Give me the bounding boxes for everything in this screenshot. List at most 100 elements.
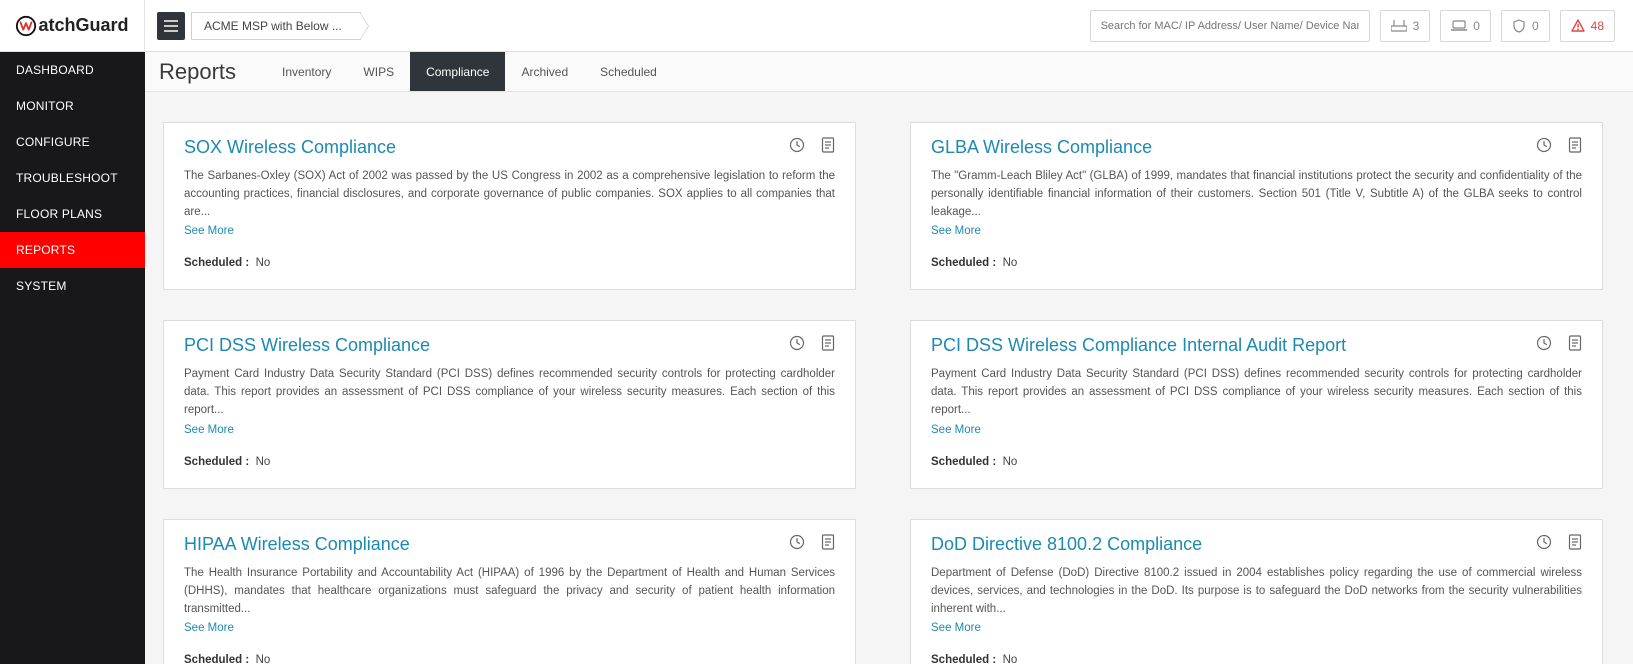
- stat-alerts-value: 48: [1591, 19, 1604, 33]
- view-report-button[interactable]: [1568, 335, 1582, 356]
- report-title-link[interactable]: HIPAA Wireless Compliance: [184, 534, 418, 555]
- report-description: The Health Insurance Portability and Acc…: [184, 565, 835, 618]
- report-title-link[interactable]: SOX Wireless Compliance: [184, 137, 404, 158]
- brand-text: atchGuard: [38, 15, 128, 36]
- schedule-icon: [1536, 335, 1552, 351]
- see-more-link[interactable]: See More: [184, 622, 234, 634]
- watchguard-w-icon: [15, 15, 37, 37]
- card-head: SOX Wireless Compliance: [184, 137, 835, 158]
- report-title-link[interactable]: PCI DSS Wireless Compliance: [184, 335, 438, 356]
- report-scheduled: Scheduled : No: [931, 654, 1582, 664]
- report-card-grid: SOX Wireless Compliance The Sarbanes-Oxle…: [163, 122, 1603, 664]
- schedule-icon: [1536, 137, 1552, 153]
- report-scheduled: Scheduled : No: [931, 456, 1582, 468]
- shield-icon: [1512, 19, 1526, 33]
- menu-toggle-button[interactable]: [157, 12, 185, 40]
- view-report-button[interactable]: [821, 534, 835, 555]
- report-description: The Sarbanes-Oxley (SOX) Act of 2002 was…: [184, 168, 835, 221]
- stat-shields[interactable]: 0: [1501, 10, 1550, 42]
- report-card: GLBA Wireless Compliance The "Gramm-Leach…: [910, 122, 1603, 290]
- schedule-icon: [789, 534, 805, 550]
- stat-laptops[interactable]: 0: [1440, 10, 1491, 42]
- schedule-icon: [1536, 534, 1552, 550]
- document-icon: [1568, 137, 1582, 153]
- alert-icon: [1571, 19, 1585, 33]
- stat-shields-value: 0: [1532, 19, 1539, 33]
- tab-bar: InventoryWIPSComplianceArchivedScheduled: [266, 52, 673, 91]
- laptop-icon: [1451, 20, 1467, 32]
- schedule-button[interactable]: [789, 534, 805, 555]
- search-input[interactable]: [1090, 10, 1370, 42]
- report-card: HIPAA Wireless Compliance The Health Insu…: [163, 519, 856, 664]
- report-scheduled: Scheduled : No: [184, 654, 835, 664]
- card-icons: [789, 534, 835, 555]
- report-title-link[interactable]: GLBA Wireless Compliance: [931, 137, 1160, 158]
- document-icon: [1568, 534, 1582, 550]
- report-title-link[interactable]: PCI DSS Wireless Compliance Internal Aud…: [931, 335, 1354, 356]
- top-bar: atchGuard ACME MSP with Below ... 3 0 0: [0, 0, 1633, 52]
- view-report-button[interactable]: [1568, 137, 1582, 158]
- nav-item-system[interactable]: SYSTEM: [0, 268, 145, 304]
- schedule-icon: [789, 335, 805, 351]
- card-icons: [1536, 534, 1582, 555]
- schedule-button[interactable]: [1536, 137, 1552, 158]
- page-title: Reports: [159, 59, 236, 85]
- view-report-button[interactable]: [1568, 534, 1582, 555]
- schedule-button[interactable]: [1536, 534, 1552, 555]
- tab-scheduled[interactable]: Scheduled: [584, 52, 673, 91]
- card-head: PCI DSS Wireless Compliance Internal Aud…: [931, 335, 1582, 356]
- see-more-link[interactable]: See More: [931, 424, 981, 436]
- nav-item-dashboard[interactable]: DASHBOARD: [0, 52, 145, 88]
- see-more-link[interactable]: See More: [184, 225, 234, 237]
- report-scheduled: Scheduled : No: [931, 257, 1582, 269]
- report-description: The "Gramm-Leach Bliley Act" (GLBA) of 1…: [931, 168, 1582, 221]
- breadcrumb[interactable]: ACME MSP with Below ...: [191, 12, 361, 40]
- see-more-link[interactable]: See More: [184, 424, 234, 436]
- view-report-button[interactable]: [821, 335, 835, 356]
- hamburger-icon: [164, 20, 178, 32]
- document-icon: [821, 137, 835, 153]
- left-nav: DASHBOARDMONITORCONFIGURETROUBLESHOOTFLO…: [0, 52, 145, 664]
- tab-archived[interactable]: Archived: [505, 52, 584, 91]
- document-icon: [1568, 335, 1582, 351]
- see-more-link[interactable]: See More: [931, 622, 981, 634]
- document-icon: [821, 534, 835, 550]
- tab-wips[interactable]: WIPS: [347, 52, 410, 91]
- report-card: SOX Wireless Compliance The Sarbanes-Oxle…: [163, 122, 856, 290]
- schedule-button[interactable]: [789, 137, 805, 158]
- nav-item-configure[interactable]: CONFIGURE: [0, 124, 145, 160]
- brand-logo: atchGuard: [15, 15, 128, 37]
- nav-item-reports[interactable]: REPORTS: [0, 232, 145, 268]
- tab-inventory[interactable]: Inventory: [266, 52, 347, 91]
- stat-alerts[interactable]: 48: [1560, 10, 1615, 42]
- logo-box: atchGuard: [0, 0, 145, 52]
- stat-laptops-value: 0: [1473, 19, 1480, 33]
- see-more-link[interactable]: See More: [931, 225, 981, 237]
- stat-routers[interactable]: 3: [1380, 10, 1431, 42]
- report-description: Payment Card Industry Data Security Stan…: [931, 366, 1582, 419]
- report-description: Department of Defense (DoD) Directive 81…: [931, 565, 1582, 618]
- card-head: DoD Directive 8100.2 Compliance: [931, 534, 1582, 555]
- report-card: DoD Directive 8100.2 Compliance Departmen…: [910, 519, 1603, 664]
- schedule-button[interactable]: [1536, 335, 1552, 356]
- schedule-button[interactable]: [789, 335, 805, 356]
- stat-routers-value: 3: [1413, 19, 1420, 33]
- nav-item-troubleshoot[interactable]: TROUBLESHOOT: [0, 160, 145, 196]
- top-aux: ACME MSP with Below ...: [157, 12, 361, 40]
- card-icons: [1536, 137, 1582, 158]
- card-icons: [1536, 335, 1582, 356]
- nav-item-monitor[interactable]: MONITOR: [0, 88, 145, 124]
- nav-item-floorplans[interactable]: FLOOR PLANS: [0, 196, 145, 232]
- card-head: HIPAA Wireless Compliance: [184, 534, 835, 555]
- page-head: Reports InventoryWIPSComplianceArchivedS…: [145, 52, 1633, 92]
- router-icon: [1391, 20, 1407, 32]
- card-head: GLBA Wireless Compliance: [931, 137, 1582, 158]
- report-card: PCI DSS Wireless Compliance Internal Aud…: [910, 320, 1603, 488]
- view-report-button[interactable]: [821, 137, 835, 158]
- card-icons: [789, 335, 835, 356]
- content-area: SOX Wireless Compliance The Sarbanes-Oxle…: [145, 92, 1633, 664]
- report-description: Payment Card Industry Data Security Stan…: [184, 366, 835, 419]
- tab-compliance[interactable]: Compliance: [410, 52, 505, 91]
- report-title-link[interactable]: DoD Directive 8100.2 Compliance: [931, 534, 1210, 555]
- card-head: PCI DSS Wireless Compliance: [184, 335, 835, 356]
